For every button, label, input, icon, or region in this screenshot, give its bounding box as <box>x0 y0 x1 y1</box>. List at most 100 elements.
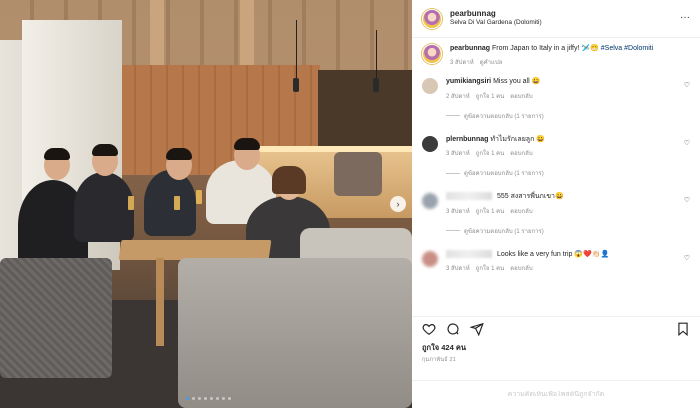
comment-body: plernbunnag ทำไมรักเลยลูก 😀 3 สัปดาห์ ถู… <box>446 135 690 158</box>
caption-message: From Japan to Italy in a jiffy! 🛩️😁 <box>492 45 599 52</box>
carousel-dot[interactable] <box>192 397 195 400</box>
photo-hair <box>272 166 306 194</box>
comment-meta: 3 สัปดาห์ ถูกใจ 1 คน ตอบกลับ <box>446 206 676 216</box>
heart-icon[interactable]: ♡ <box>684 254 690 262</box>
divider <box>446 172 460 174</box>
carousel-dot[interactable] <box>186 397 189 400</box>
view-replies-button[interactable]: ดูข้อความตอบกลับ (1 รายการ) <box>446 168 690 178</box>
post-date: กุมภาพันธ์ 21 <box>422 357 457 363</box>
post-location[interactable]: Selva Di Val Gardena (Dolomiti) <box>450 19 542 27</box>
comment-username[interactable]: yumikiangsiri <box>446 78 491 85</box>
comment-meta: 3 สัปดาห์ ถูกใจ 1 คน ตอบกลับ <box>446 263 676 273</box>
view-replies-button[interactable]: ดูข้อความตอบกลับ (1 รายการ) <box>446 226 690 236</box>
post-photo[interactable]: › <box>0 0 412 408</box>
comment: yumikiangsiri Miss you all 😀 2 สัปดาห์ ถ… <box>422 77 690 100</box>
reply-button[interactable]: ตอบกลับ <box>510 91 532 101</box>
caption-text: pearbunnag From Japan to Italy in a jiff… <box>450 44 676 53</box>
hashtag-link[interactable]: #Selva <box>601 45 622 52</box>
avatar[interactable] <box>422 135 438 152</box>
carousel-dot[interactable] <box>204 397 207 400</box>
photo-sofa-left <box>0 258 112 378</box>
see-translation-link[interactable]: ดูคำแปล <box>480 57 503 67</box>
photo-person <box>74 172 134 242</box>
comment-list: pearbunnag From Japan to Italy in a jiff… <box>412 38 700 316</box>
avatar[interactable] <box>422 78 438 95</box>
comment-username[interactable]: plernbunnag <box>446 136 488 143</box>
photo-hair <box>166 148 192 160</box>
comment: 555 สงสารพี่นกเขา😀 3 สัปดาห์ ถูกใจ 1 คน … <box>422 192 690 215</box>
post-username[interactable]: pearbunnag <box>450 9 542 19</box>
heart-icon[interactable]: ♡ <box>684 139 690 147</box>
comment-likes[interactable]: ถูกใจ 1 คน <box>476 148 505 158</box>
reply-button[interactable]: ตอบกลับ <box>510 206 532 216</box>
caption-time: 3 สัปดาห์ <box>450 60 474 67</box>
comment-text: plernbunnag ทำไมรักเลยลูก 😀 <box>446 135 676 144</box>
carousel-dot[interactable] <box>222 397 225 400</box>
post-header-text: pearbunnag Selva Di Val Gardena (Dolomit… <box>450 9 542 28</box>
caption-meta: 3 สัปดาห์ ดูคำแปล <box>450 57 676 67</box>
reply-button[interactable]: ตอบกลับ <box>510 263 532 273</box>
photo-glass <box>174 196 180 210</box>
comment-message: ทำไมรักเลยลูก 😀 <box>490 135 545 143</box>
carousel-dot[interactable] <box>210 397 213 400</box>
comment-likes[interactable]: ถูกใจ 1 คน <box>476 91 505 101</box>
caption-username[interactable]: pearbunnag <box>450 45 490 52</box>
comment-body: Looks like a very fun trip 😱❤️👏🏻👤 3 สัปด… <box>446 249 690 273</box>
photo-glass <box>128 196 134 210</box>
photo-hair <box>92 144 118 156</box>
comment-meta: 2 สัปดาห์ ถูกใจ 1 คน ตอบกลับ <box>446 91 676 101</box>
comment-time: 2 สัปดาห์ <box>446 93 470 100</box>
view-replies-button[interactable]: ดูข้อความตอบกลับ (1 รายการ) <box>446 111 690 121</box>
heart-icon[interactable]: ♡ <box>684 196 690 204</box>
comment-text: yumikiangsiri Miss you all 😀 <box>446 77 676 86</box>
carousel-dots <box>186 397 231 400</box>
heart-icon[interactable]: ♡ <box>684 81 690 89</box>
add-comment-bar <box>412 380 700 408</box>
caption: pearbunnag From Japan to Italy in a jiff… <box>422 44 690 67</box>
post-side-panel: pearbunnag Selva Di Val Gardena (Dolomit… <box>412 0 700 408</box>
post-header: pearbunnag Selva Di Val Gardena (Dolomit… <box>412 0 700 38</box>
photo-glass <box>196 190 202 204</box>
chevron-right-icon[interactable]: › <box>390 196 406 212</box>
more-icon[interactable]: ··· <box>680 12 690 23</box>
view-replies-label: ดูข้อความตอบกลับ (1 รายการ) <box>464 113 544 120</box>
photo-person <box>144 170 196 236</box>
comment-body: 555 สงสารพี่นกเขา😀 3 สัปดาห์ ถูกใจ 1 คน … <box>446 192 690 215</box>
photo-bar-stool <box>334 152 382 196</box>
photo-pendant-lamp <box>293 78 299 92</box>
comment-message: Miss you all 😀 <box>493 78 541 86</box>
comment: plernbunnag ทำไมรักเลยลูก 😀 3 สัปดาห์ ถู… <box>422 135 690 158</box>
comment-time: 3 สัปดาห์ <box>446 266 470 273</box>
save-icon[interactable] <box>676 322 690 336</box>
comment-likes[interactable]: ถูกใจ 1 คน <box>476 263 505 273</box>
post-actions <box>412 316 700 340</box>
comment-text: 555 สงสารพี่นกเขา😀 <box>446 192 676 201</box>
hashtag-link[interactable]: #Dolomiti <box>624 45 653 52</box>
view-replies-label: ดูข้อความตอบกลับ (1 รายการ) <box>464 171 544 178</box>
photo-table-leg <box>156 258 164 346</box>
comment-message: Looks like a very fun trip 😱❤️👏🏻👤 <box>496 250 610 258</box>
carousel-dot[interactable] <box>198 397 201 400</box>
comment: Looks like a very fun trip 😱❤️👏🏻👤 3 สัปด… <box>422 249 690 273</box>
comment-body: yumikiangsiri Miss you all 😀 2 สัปดาห์ ถ… <box>446 77 690 100</box>
share-icon[interactable] <box>470 322 484 336</box>
comment-meta: 3 สัปดาห์ ถูกใจ 1 คน ตอบกลับ <box>446 148 676 158</box>
photo-pendant-lamp <box>373 78 379 92</box>
divider <box>446 230 460 232</box>
comment-likes[interactable]: ถูกใจ 1 คน <box>476 206 505 216</box>
avatar[interactable] <box>422 8 442 29</box>
likes-count[interactable]: ถูกใจ 424 คน <box>422 342 466 354</box>
photo-hair <box>234 138 260 150</box>
blurred-username <box>446 249 492 258</box>
carousel-dot[interactable] <box>216 397 219 400</box>
avatar[interactable] <box>422 193 438 210</box>
avatar[interactable] <box>422 250 438 267</box>
comment-icon[interactable] <box>446 322 460 336</box>
carousel-dot[interactable] <box>228 397 231 400</box>
comment-input[interactable] <box>422 391 690 398</box>
avatar[interactable] <box>422 44 442 64</box>
comment-time: 3 สัปดาห์ <box>446 208 470 215</box>
blurred-username <box>446 192 492 201</box>
heart-icon[interactable] <box>422 322 436 336</box>
reply-button[interactable]: ตอบกลับ <box>510 148 532 158</box>
